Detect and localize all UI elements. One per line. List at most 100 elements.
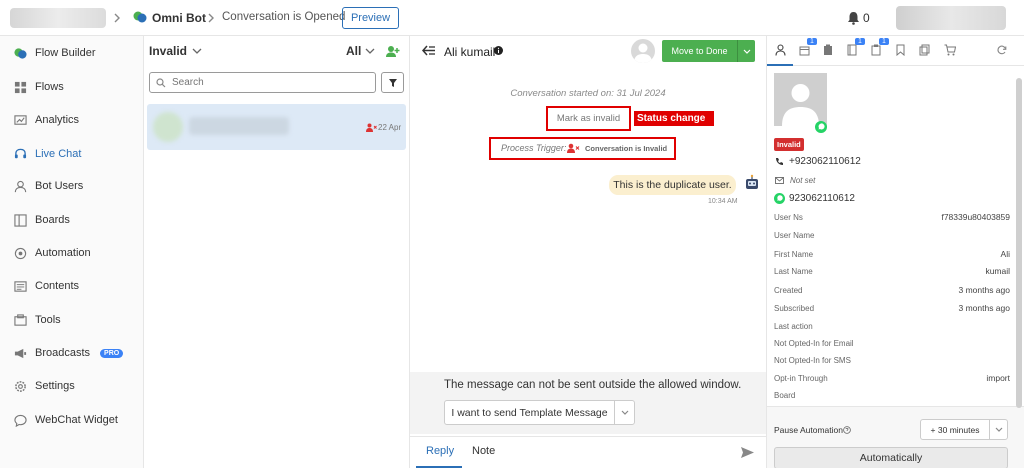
sidebar-item-automation[interactable]: Automation xyxy=(14,243,91,263)
contact-avatar[interactable] xyxy=(631,39,655,63)
detail-label: Board xyxy=(774,390,796,400)
collapse-arrow-icon[interactable] xyxy=(422,45,436,56)
filter-button[interactable] xyxy=(381,72,404,93)
chevron-down-icon xyxy=(743,49,750,54)
status-change-label: Status change xyxy=(634,111,714,126)
sidebar-item-label: Tools xyxy=(35,314,61,326)
sidebar-item-live-chat[interactable]: Live Chat xyxy=(14,144,81,164)
chevron-down-icon xyxy=(192,48,202,54)
search-input[interactable] xyxy=(172,77,362,88)
sidebar-item-contents[interactable]: Contents xyxy=(14,276,79,296)
notification-count: 0 xyxy=(863,11,870,25)
move-to-done-button[interactable]: Move to Done xyxy=(662,40,755,62)
tab-clipboard-icon[interactable] xyxy=(823,44,833,56)
pause-dropdown-toggle[interactable] xyxy=(989,419,1007,440)
conversation-status: Conversation is Opened xyxy=(222,11,346,23)
process-trigger-label: Process Trigger: xyxy=(501,143,567,153)
chevron-down-icon xyxy=(995,427,1002,432)
profile-avatar xyxy=(774,73,827,126)
robot-icon xyxy=(746,174,758,189)
sidebar-item-boards[interactable]: Boards xyxy=(14,210,70,230)
status-badge: Invalid xyxy=(774,138,804,151)
detail-row-created: Created 3 months ago xyxy=(774,282,1010,298)
process-trigger-value: Conversation is Invalid xyxy=(585,144,668,153)
sidebar: Flow Builder Flows Analytics Live Chat B… xyxy=(0,36,144,468)
mark-as-invalid-event: Mark as invalid xyxy=(556,113,621,124)
conversation-avatar-blurred xyxy=(153,112,183,142)
automatically-label: Automatically xyxy=(859,452,923,464)
sidebar-item-flow-builder[interactable]: Flow Builder xyxy=(14,43,96,63)
detail-label: User Name xyxy=(774,230,815,240)
email-value: Not set xyxy=(790,176,816,185)
invalid-user-icon xyxy=(366,123,377,132)
bell-icon[interactable] xyxy=(847,11,860,25)
template-dropdown-toggle[interactable] xyxy=(614,400,634,425)
tab-copy-icon[interactable] xyxy=(919,44,930,56)
sidebar-item-broadcasts[interactable]: Broadcasts PRO xyxy=(14,343,124,363)
tab-note[interactable]: Note xyxy=(472,445,495,457)
search-input-wrapper[interactable] xyxy=(149,72,376,93)
detail-row-opt-in-sms: Not Opted-In for SMS xyxy=(774,352,1010,368)
sidebar-item-label: Settings xyxy=(35,380,75,392)
automatically-button[interactable]: Automatically xyxy=(774,447,1008,468)
bot-name[interactable]: Omni Bot xyxy=(152,11,206,25)
avatar-placeholder-icon xyxy=(782,84,819,126)
tab-badge: 1 xyxy=(879,38,889,45)
chat-panel: Ali kumail Move to Done Conversation sta… xyxy=(410,36,766,468)
detail-label: First Name xyxy=(774,249,814,259)
phone-number: +923062110612 xyxy=(789,156,861,167)
move-dropdown-toggle[interactable] xyxy=(737,40,755,62)
assignee-filter-label: All xyxy=(346,44,362,58)
sidebar-item-bot-users[interactable]: Bot Users xyxy=(14,176,83,196)
pause-automation-label: Pause Automation xyxy=(774,425,843,435)
chevron-down-icon xyxy=(365,48,375,54)
tab-calendar-icon[interactable] xyxy=(799,45,810,56)
sidebar-item-flows[interactable]: Flows xyxy=(14,77,64,97)
info-icon[interactable] xyxy=(494,46,503,55)
add-user-icon[interactable] xyxy=(386,45,400,58)
details-tabs: 1 1 1 xyxy=(767,36,1024,66)
message-text: This is the duplicate user. xyxy=(613,179,732,191)
detail-row-user-name: User Name xyxy=(774,227,1010,243)
conversation-name-blurred xyxy=(189,117,289,135)
analytics-icon xyxy=(14,114,27,125)
detail-value: kumail xyxy=(985,266,1010,276)
chat-icon xyxy=(14,414,27,427)
avatar-placeholder-icon xyxy=(634,43,652,63)
send-template-dropdown[interactable]: I want to send Template Message xyxy=(444,400,635,425)
sidebar-item-analytics[interactable]: Analytics xyxy=(14,110,79,130)
tab-user-icon[interactable] xyxy=(775,44,786,56)
detail-label: Not Opted-In for Email xyxy=(774,338,854,348)
tab-bookmark-icon[interactable] xyxy=(896,44,905,56)
sidebar-item-webchat-widget[interactable]: WebChat Widget xyxy=(14,410,118,430)
chevron-right-icon xyxy=(208,13,214,23)
conversation-item[interactable]: 22 Apr xyxy=(147,104,406,150)
detail-label: User Ns xyxy=(774,212,803,222)
detail-label: Last Name xyxy=(774,266,813,276)
sidebar-item-label: WebChat Widget xyxy=(35,414,118,426)
board-icon xyxy=(14,213,27,227)
sidebar-item-settings[interactable]: Settings xyxy=(14,376,75,396)
send-template-label: I want to send Template Message xyxy=(451,406,608,419)
assignee-filter-dropdown[interactable]: All xyxy=(346,44,375,58)
status-filter-dropdown[interactable]: Invalid xyxy=(149,44,202,58)
sidebar-item-tools[interactable]: Tools xyxy=(14,310,61,330)
user-details-panel: 1 1 1 Invalid +923062110612 Not set 9230… xyxy=(766,36,1024,468)
user-avatar-blurred[interactable] xyxy=(896,6,1006,30)
workspace-avatar-blurred[interactable] xyxy=(10,8,106,28)
preview-button[interactable]: Preview xyxy=(342,7,399,29)
help-icon[interactable] xyxy=(843,426,851,434)
contents-icon xyxy=(14,280,27,292)
chevron-down-icon xyxy=(621,410,628,415)
user-tab-underline xyxy=(767,64,793,66)
send-icon[interactable] xyxy=(740,446,755,459)
pause-duration-select[interactable]: + 30 minutes xyxy=(920,419,1008,440)
refresh-icon[interactable] xyxy=(997,45,1007,55)
details-scrollbar[interactable] xyxy=(1016,78,1022,408)
tab-document-icon[interactable] xyxy=(847,44,857,56)
tab-reply[interactable]: Reply xyxy=(426,445,454,457)
tab-note-icon[interactable] xyxy=(871,44,881,56)
tab-cart-icon[interactable] xyxy=(944,44,956,56)
contact-name[interactable]: Ali kumail xyxy=(444,45,495,59)
tools-icon xyxy=(14,313,27,326)
